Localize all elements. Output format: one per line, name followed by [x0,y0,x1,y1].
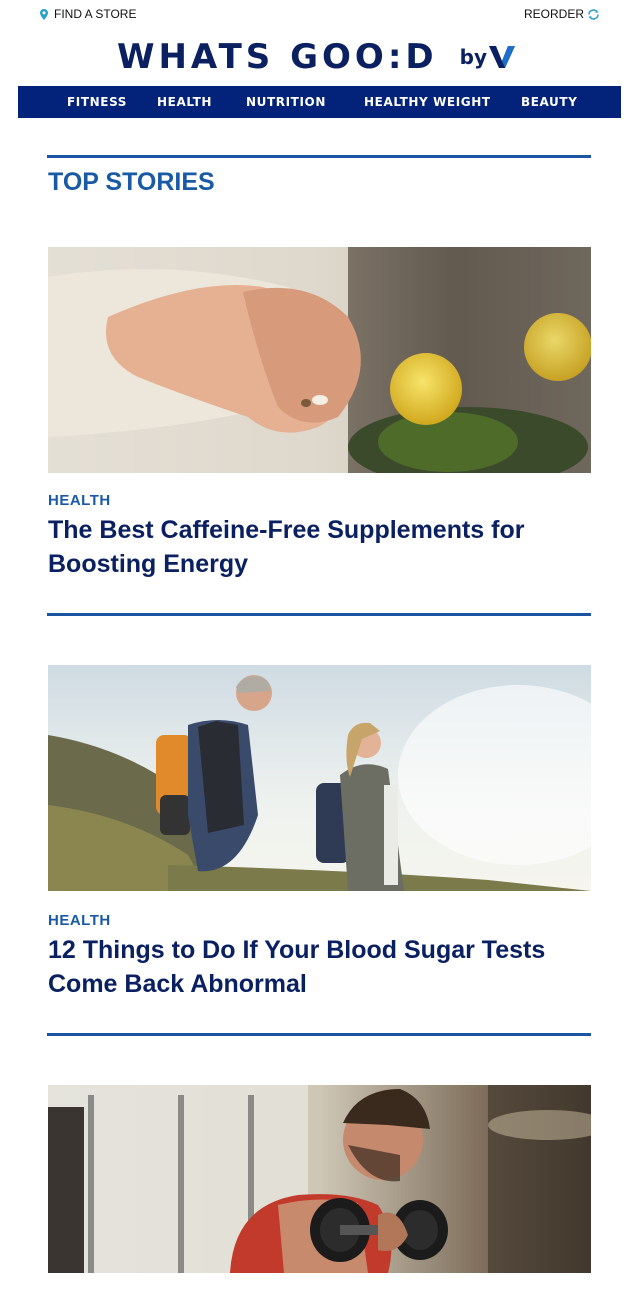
story-image-weightlifter[interactable] [48,1085,591,1273]
nav-item-nutrition[interactable]: NUTRITION [246,95,326,109]
utility-bar: FIND A STORE REORDER [0,0,632,32]
story-divider [47,613,591,616]
reorder-label: REORDER [523,7,584,21]
logo-v-mark [489,46,516,68]
story-image-hikers[interactable] [48,665,591,891]
nav-item-health[interactable]: HEALTH [157,95,212,109]
nav-item-healthy-weight[interactable]: HEALTHY WEIGHT [364,95,491,109]
story-image-supplements[interactable] [48,247,591,473]
site-logo[interactable]: WHATS GOO:D by [0,33,632,81]
story-headline[interactable]: 12 Things to Do If Your Blood Sugar Test… [48,933,588,1001]
logo-by-text: by [459,45,488,69]
find-a-store-label: FIND A STORE [54,7,137,21]
location-pin-icon [40,8,48,20]
story-category[interactable]: HEALTH [48,912,111,929]
nav-item-fitness[interactable]: FITNESS [67,95,127,109]
section-title: TOP STORIES [48,168,215,196]
story-headline[interactable]: The Best Caffeine-Free Supplements for B… [48,513,588,581]
reorder-link[interactable]: REORDER [524,7,600,21]
nav-item-beauty[interactable]: BEAUTY [521,95,577,109]
section-divider [47,155,591,158]
logo-wordmark: WHATS GOO:D [116,37,438,77]
story-category[interactable]: HEALTH [48,492,111,509]
refresh-icon [588,8,599,20]
find-a-store-link[interactable]: FIND A STORE [40,7,136,21]
main-nav: FITNESS HEALTH NUTRITION HEALTHY WEIGHT … [18,86,621,118]
story-divider [47,1033,591,1036]
